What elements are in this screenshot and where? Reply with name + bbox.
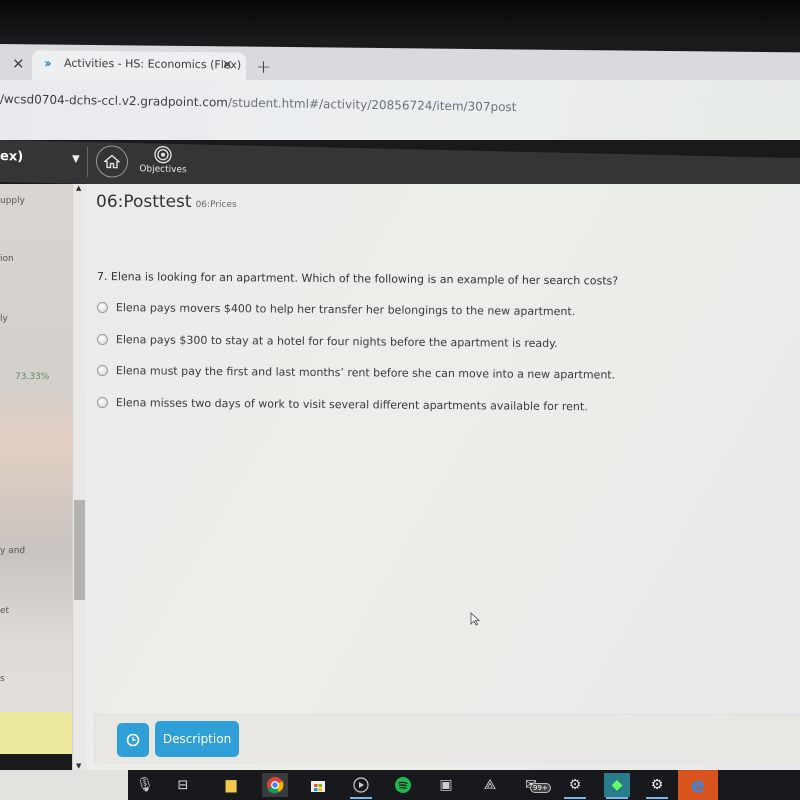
objectives-button[interactable]: Objectives <box>135 143 191 182</box>
task-view-icon[interactable]: ⊟ <box>170 773 196 797</box>
tab-close-icon[interactable]: × <box>222 57 233 72</box>
question-text: 7. Elena is looking for an apartment. Wh… <box>96 270 619 288</box>
description-button[interactable]: Description <box>155 721 239 757</box>
monitor-bezel <box>0 0 800 44</box>
clock-icon <box>126 733 140 747</box>
footer-toolbar: Description <box>94 714 800 764</box>
sidebar-item[interactable]: s <box>0 674 5 684</box>
gradpoint-favicon-icon: ›› <box>44 56 49 72</box>
store-icon[interactable] <box>305 773 331 797</box>
radio-button[interactable] <box>96 301 108 314</box>
radio-button[interactable] <box>96 396 108 409</box>
radio-button[interactable] <box>96 333 108 346</box>
scroll-up-arrow-icon[interactable]: ▲ <box>76 184 81 192</box>
url-text[interactable]: /wcsd0704-dchs-ccl.v2.gradpoint.com/stud… <box>0 92 517 114</box>
new-tab-button[interactable]: + <box>256 57 271 78</box>
answer-option[interactable]: Elena pays $300 to stay at a hotel for f… <box>96 333 558 351</box>
page-title-text: 06:Posttest <box>96 192 192 212</box>
notification-badge: 99+ <box>530 783 551 793</box>
media-player-icon[interactable] <box>348 773 374 799</box>
home-button[interactable] <box>96 145 128 178</box>
active-indicator <box>564 797 586 799</box>
timer-button[interactable] <box>117 723 149 757</box>
sims-icon[interactable]: ◆ <box>604 773 630 799</box>
objectives-label: Objectives <box>139 164 187 176</box>
browser-tab-active[interactable]: ›› Activities - HS: Economics (Flex) × <box>32 50 246 83</box>
mail-icon[interactable]: ✉99+ <box>518 773 551 797</box>
sidebar-item[interactable]: ly <box>0 314 8 324</box>
answer-option-text: Elena must pay the first and last months… <box>115 364 616 382</box>
sidebar-scrollbar[interactable]: ▲ ▼ <box>72 184 86 772</box>
active-indicator <box>646 797 668 799</box>
target-icon <box>154 146 172 164</box>
course-selector-label[interactable]: ex) <box>0 149 23 165</box>
taskbar-search-area[interactable] <box>0 770 128 800</box>
sidebar-item[interactable]: y and <box>0 546 25 556</box>
mouse-cursor-icon <box>470 612 480 626</box>
tab-close-icon[interactable]: × <box>12 54 25 72</box>
chevron-down-icon[interactable]: ▼ <box>72 154 80 165</box>
header-divider <box>87 146 88 177</box>
scroll-thumb[interactable] <box>74 500 85 600</box>
answer-option[interactable]: Elena pays movers $400 to help her trans… <box>96 301 576 319</box>
sidebar: upply ion ly 73.33% y and et s <box>0 184 72 754</box>
steam-icon[interactable]: ⚙ <box>562 773 588 799</box>
answer-option[interactable]: Elena must pay the first and last months… <box>96 364 616 382</box>
active-indicator <box>606 797 628 799</box>
windows-taskbar: 🎙 ⊟ ▆ ▣ ⟁ ✉99+ ⚙ ◆ ⚙ e <box>0 770 800 800</box>
sidebar-item[interactable]: upply <box>0 196 25 206</box>
film-icon[interactable]: ▣ <box>433 773 459 797</box>
sidebar-item-selected[interactable] <box>0 712 72 754</box>
corsair-icon[interactable]: ⟁ <box>477 773 503 797</box>
scroll-down-arrow-icon[interactable]: ▼ <box>76 762 81 770</box>
microphone-icon[interactable]: 🎙 <box>132 773 158 797</box>
answer-option-text: Elena misses two days of work to visit s… <box>115 396 588 414</box>
spotify-icon[interactable] <box>390 773 416 797</box>
score-percent: 73.33% <box>15 372 50 382</box>
home-icon <box>104 154 120 169</box>
page-title: 06:Posttest 06:Prices <box>96 192 237 212</box>
settings-icon[interactable]: ⚙ <box>644 773 670 799</box>
tab-title: Activities - HS: Economics (Flex) <box>64 56 242 72</box>
page-subtitle: 06:Prices <box>195 200 237 210</box>
answer-option[interactable]: Elena misses two days of work to visit s… <box>96 396 588 414</box>
main-content: 06:Posttest 06:Prices 7. Elena is looking… <box>86 184 800 772</box>
radio-button[interactable] <box>96 364 108 377</box>
address-bar[interactable]: /wcsd0704-dchs-ccl.v2.gradpoint.com/stud… <box>0 80 800 140</box>
active-indicator <box>350 797 372 799</box>
sidebar-item[interactable]: et <box>0 606 9 616</box>
url-path: /student.html#/activity/20856724/item/30… <box>227 95 517 115</box>
browser-tab-previous[interactable]: × <box>0 52 32 78</box>
sidebar-item[interactable]: ion <box>0 254 14 264</box>
edge-icon[interactable]: e <box>678 770 718 800</box>
answer-option-text: Elena pays movers $400 to help her trans… <box>115 301 576 319</box>
file-explorer-icon[interactable]: ▆ <box>218 773 244 797</box>
answer-option-text: Elena pays $300 to stay at a hotel for f… <box>115 333 558 351</box>
url-host: /wcsd0704-dchs-ccl.v2.gradpoint.com <box>0 92 229 110</box>
chrome-icon[interactable] <box>262 773 288 797</box>
